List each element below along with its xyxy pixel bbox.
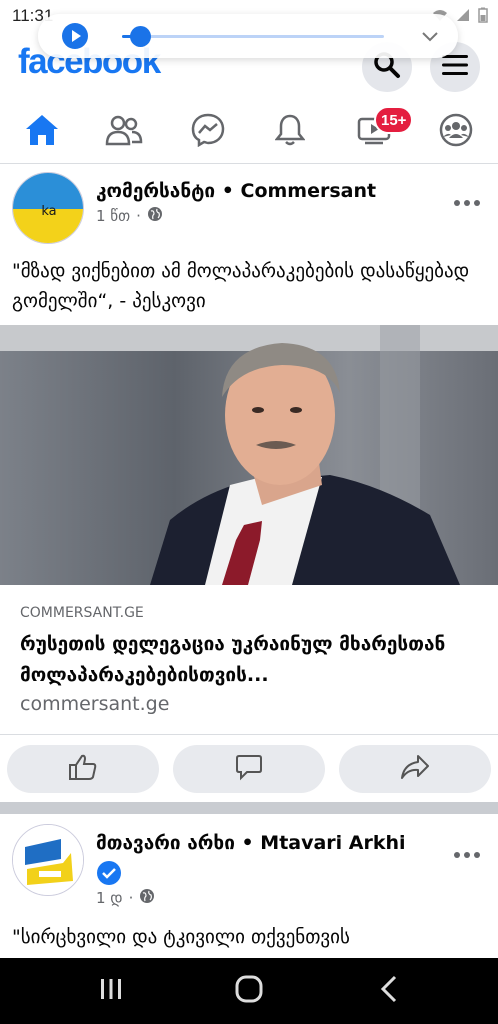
volume-slider[interactable] — [122, 26, 384, 47]
post-photo[interactable] — [0, 325, 498, 585]
avatar[interactable]: ka — [12, 172, 84, 244]
post-actions — [0, 745, 498, 795]
bell-icon — [274, 113, 306, 151]
link-preview-card[interactable]: COMMERSANT.GE რუსეთის დელეგაცია უკრაინულ… — [0, 585, 498, 735]
tab-bar: 15+ — [0, 100, 498, 164]
tab-friends[interactable] — [104, 112, 144, 152]
link-title[interactable]: რუსეთის დელეგაცია უკრაინულ მხარესთან მოლ… — [20, 629, 482, 691]
recents-icon — [99, 978, 123, 1004]
messenger-icon — [191, 113, 225, 151]
tab-messenger[interactable] — [188, 112, 228, 152]
thumbs-up-icon — [68, 753, 98, 785]
link-url: commersant.ge — [20, 693, 170, 715]
post-meta: 1 წთ · — [96, 206, 163, 226]
back-icon — [379, 975, 399, 1007]
like-button[interactable] — [7, 745, 159, 793]
post-meta: 1 დ · — [96, 888, 155, 908]
post-header: მთავარი არხი • Mtavari Arkhi 1 დ · — [0, 820, 498, 907]
signal-icon — [456, 8, 470, 25]
post-header: ka კომერსანტი • Commersant 1 წთ · — [0, 170, 498, 244]
share-button[interactable] — [339, 745, 491, 793]
post-author[interactable]: კომერსანტი • Commersant — [96, 180, 376, 202]
play-icon[interactable] — [62, 23, 88, 49]
battery-icon — [478, 7, 488, 26]
tab-notifications[interactable] — [270, 112, 310, 152]
chevron-down-icon[interactable] — [420, 26, 440, 46]
post-text: "მზად ვიქნებით ამ მოლაპარაკებების დასაწყ… — [12, 260, 470, 312]
globe-icon — [139, 888, 155, 908]
share-icon — [400, 754, 430, 784]
system-nav-bar — [0, 958, 498, 1024]
more-options-icon[interactable] — [454, 852, 480, 860]
back-button[interactable] — [372, 974, 406, 1008]
link-domain: COMMERSANT.GE — [20, 605, 144, 621]
verified-icon — [96, 860, 122, 890]
post-text: "სირცხვილი და ტკივილი თქვენთვის — [12, 926, 350, 948]
home-button[interactable] — [232, 974, 266, 1008]
tab-groups[interactable] — [436, 112, 476, 152]
more-options-icon[interactable] — [454, 200, 480, 208]
globe-icon — [147, 206, 163, 226]
post-time[interactable]: 1 წთ — [96, 207, 130, 225]
comment-button[interactable] — [173, 745, 325, 793]
groups-icon — [439, 113, 473, 151]
home-circle-icon — [235, 975, 263, 1007]
post-separator — [0, 802, 498, 814]
tab-home[interactable] — [22, 112, 62, 152]
avatar-logo-text: ka — [41, 204, 56, 219]
post-author[interactable]: მთავარი არხი • Mtavari Arkhi — [96, 832, 406, 854]
home-icon — [24, 113, 60, 151]
post-time[interactable]: 1 დ — [96, 889, 123, 907]
recent-apps-button[interactable] — [94, 974, 128, 1008]
avatar[interactable] — [12, 824, 84, 896]
volume-slider-thumb[interactable] — [130, 26, 152, 47]
menu-icon — [442, 54, 468, 80]
watch-badge: 15+ — [374, 106, 414, 134]
friends-icon — [105, 114, 143, 150]
media-volume-panel — [38, 14, 458, 58]
comment-icon — [235, 753, 263, 785]
